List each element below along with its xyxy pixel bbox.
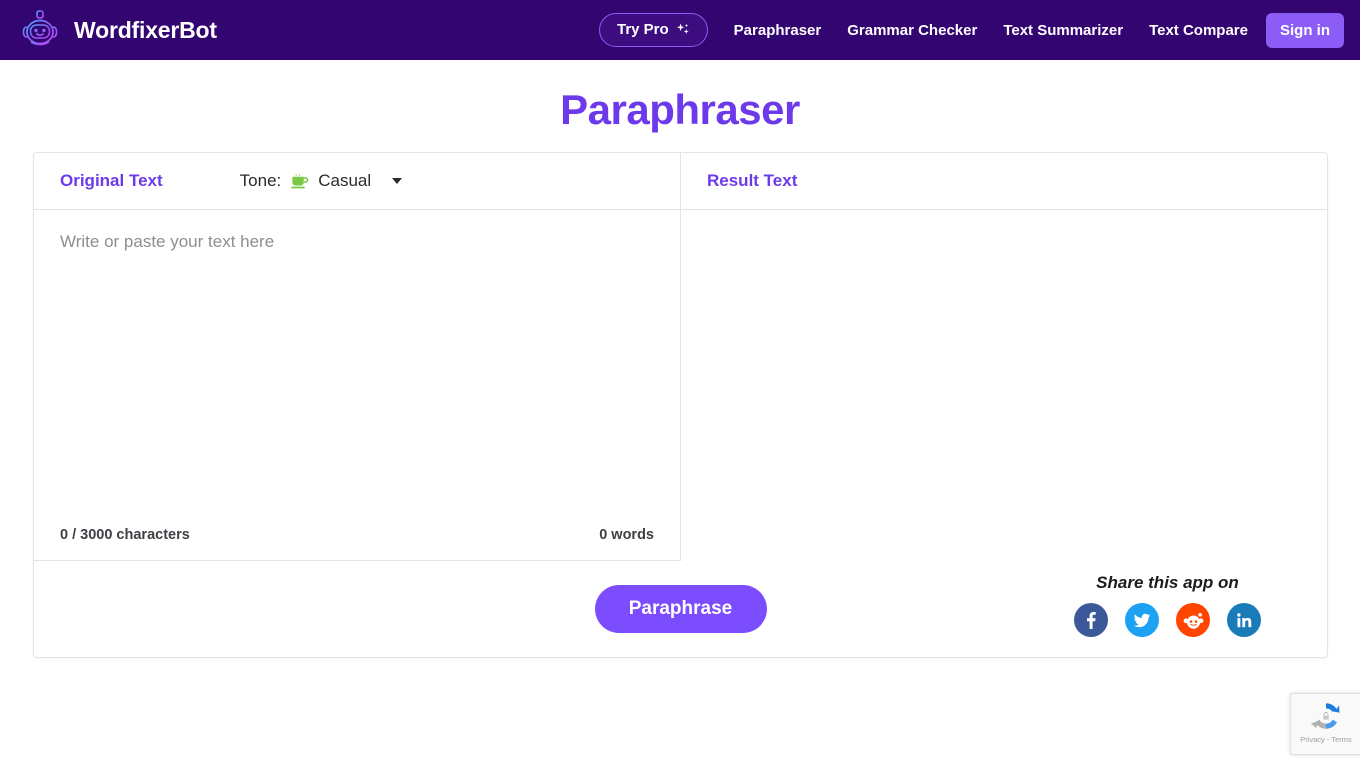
twitter-share-icon[interactable] <box>1125 603 1159 637</box>
share-block: Share this app on <box>1074 573 1261 637</box>
result-text-header: Result Text <box>681 153 1327 210</box>
share-title: Share this app on <box>1096 573 1239 592</box>
robot-head-icon <box>18 8 62 52</box>
coffee-cup-icon <box>290 172 309 191</box>
card-footer: Paraphrase Share this app on <box>34 561 1327 657</box>
result-text-label: Result Text <box>707 171 798 190</box>
nav-link-text-summarizer[interactable]: Text Summarizer <box>1003 22 1123 39</box>
paraphraser-card: Original Text Tone: Casual Write or past… <box>33 152 1328 658</box>
recaptcha-badge[interactable]: Privacy - Terms <box>1290 693 1360 755</box>
facebook-share-icon[interactable] <box>1074 603 1108 637</box>
paraphrase-button[interactable]: Paraphrase <box>594 585 767 633</box>
sign-in-button[interactable]: Sign in <box>1266 12 1344 48</box>
nav-link-text-compare[interactable]: Text Compare <box>1149 22 1248 39</box>
reddit-share-icon[interactable] <box>1176 603 1210 637</box>
tone-selector[interactable]: Tone: Casual <box>240 171 403 191</box>
original-text-placeholder: Write or paste your text here <box>60 232 275 251</box>
share-icon-list <box>1074 603 1261 637</box>
tone-value: Casual <box>318 171 372 190</box>
original-text-header: Original Text Tone: Casual <box>34 153 680 210</box>
word-count: 0 words <box>599 526 654 543</box>
nav-link-grammar-checker[interactable]: Grammar Checker <box>847 22 977 39</box>
original-text-panel: Original Text Tone: Casual Write or past… <box>34 153 681 561</box>
original-text-label: Original Text <box>60 171 163 190</box>
try-pro-label: Try Pro <box>616 21 669 38</box>
top-navigation-bar: WordfixerBot Try Pro Paraphraser Grammar… <box>0 0 1360 60</box>
result-text-output[interactable] <box>681 210 1327 561</box>
original-text-input[interactable]: Write or paste your text here <box>34 210 680 517</box>
counter-row: 0 / 3000 characters 0 words <box>34 517 680 561</box>
recaptcha-terms[interactable]: Privacy - Terms <box>1300 735 1352 744</box>
brand-logo-group[interactable]: WordfixerBot <box>18 8 217 52</box>
page-title: Paraphraser <box>560 86 800 133</box>
editor-panes: Original Text Tone: Casual Write or past… <box>34 153 1327 561</box>
character-count: 0 / 3000 characters <box>60 526 190 543</box>
linkedin-share-icon[interactable] <box>1227 603 1261 637</box>
nav-right-group: Try Pro Paraphraser Grammar Checker Text… <box>598 0 1344 60</box>
nav-link-paraphraser[interactable]: Paraphraser <box>734 22 822 39</box>
result-text-panel: Result Text <box>681 153 1327 561</box>
brand-name: WordfixerBot <box>74 16 217 43</box>
recaptcha-logo-icon <box>1309 699 1343 733</box>
try-pro-button[interactable]: Try Pro <box>598 13 708 47</box>
tone-label: Tone: <box>239 171 282 190</box>
sparkles-icon <box>675 22 690 37</box>
chevron-down-icon[interactable] <box>392 178 403 184</box>
